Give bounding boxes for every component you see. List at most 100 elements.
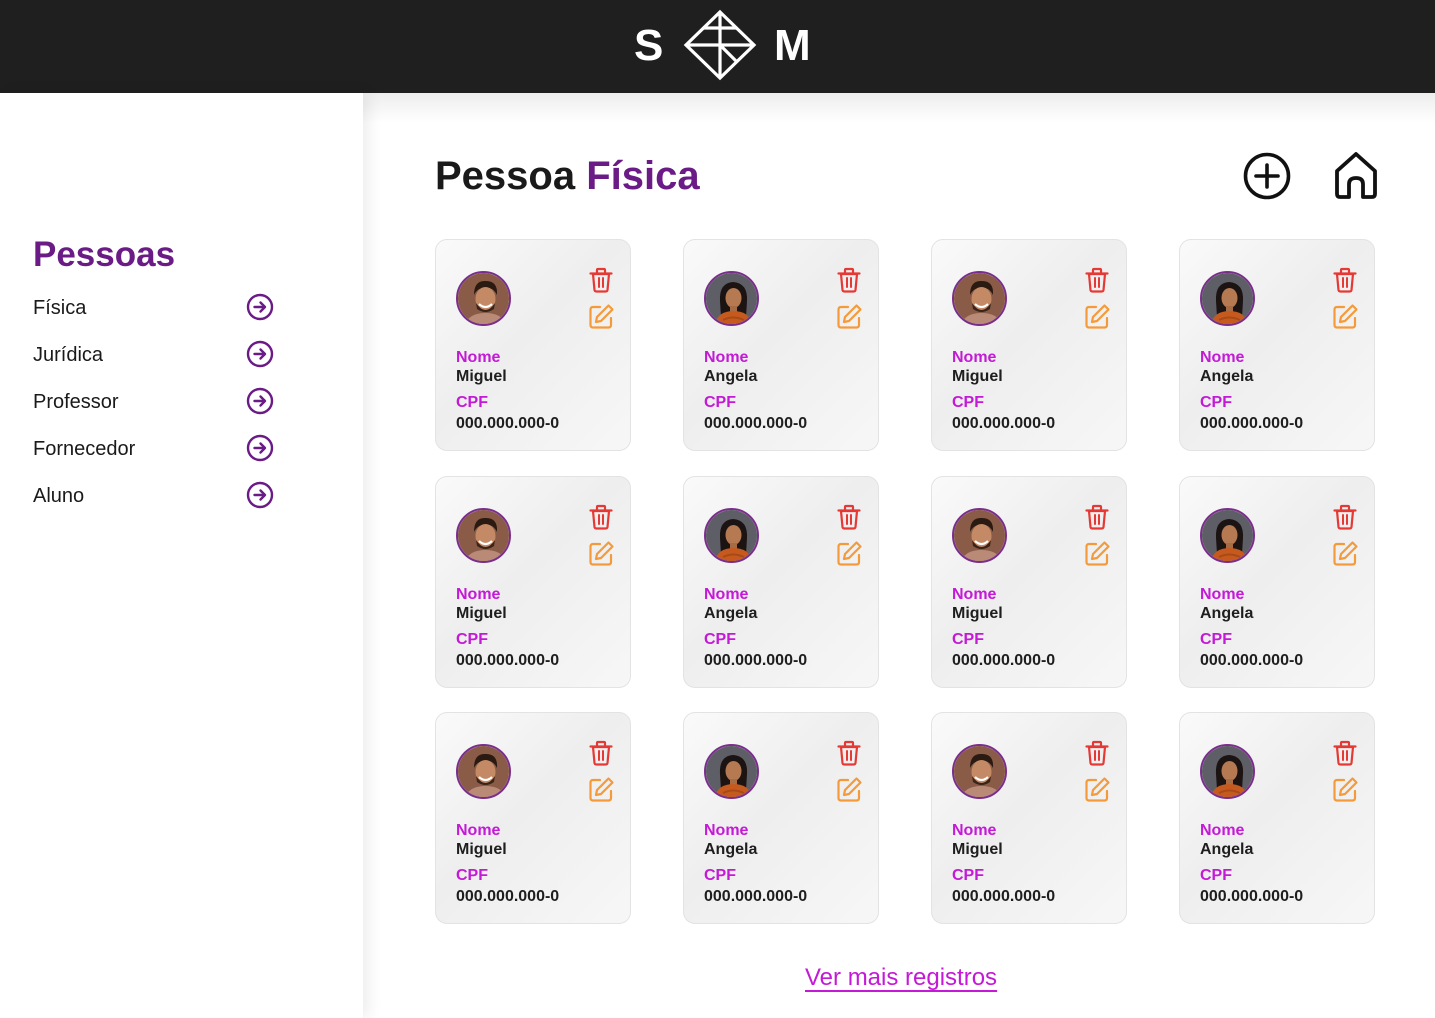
person-card[interactable]: Nome Angela CPF 000.000.000-0 [1179,239,1375,451]
logo[interactable]: S M [632,9,822,81]
avatar [952,744,1007,799]
name-label: Nome [952,349,997,366]
person-card[interactable]: Nome Angela CPF 000.000.000-0 [683,712,879,924]
cpf-label: CPF [952,867,984,884]
avatar [952,271,1007,326]
cpf-value: 000.000.000-0 [1200,651,1304,669]
avatar [704,507,759,563]
home-button[interactable] [1330,148,1382,202]
person-card[interactable]: Nome Angela CPF 000.000.000-0 [1179,712,1375,924]
name-value: Miguel [952,841,1003,858]
trash-icon [836,504,862,534]
edit-button[interactable] [588,303,615,330]
name-label: Nome [704,822,749,839]
sidebar-item-4[interactable]: Aluno [33,481,275,511]
trash-icon [1332,504,1358,534]
home-icon [1335,152,1377,199]
name-label: Nome [456,585,501,603]
person-card[interactable]: Nome Miguel CPF 000.000.000-0 [931,475,1127,688]
edit-icon [1084,777,1111,807]
edit-icon [1084,540,1111,571]
edit-icon [588,304,615,334]
cpf-label: CPF [1200,867,1232,884]
name-value: Angela [704,604,758,622]
cpf-value: 000.000.000-0 [704,651,808,669]
edit-icon [836,304,863,334]
edit-button[interactable] [1332,540,1359,567]
delete-button[interactable] [588,504,614,530]
sidebar-item-label: Professor [33,391,119,413]
name-label: Nome [456,349,501,366]
avatar [1200,507,1255,563]
top-bar: S M [0,0,1435,93]
cpf-value: 000.000.000-0 [1200,415,1304,432]
edit-button[interactable] [836,303,863,330]
name-label: Nome [1200,822,1245,839]
edit-button[interactable] [1084,776,1111,803]
edit-button[interactable] [836,540,863,567]
name-value: Angela [1200,604,1254,622]
delete-button[interactable] [836,740,862,766]
person-card[interactable]: Nome Miguel CPF 000.000.000-0 [435,712,631,924]
arrow-right-circle-icon [246,293,274,321]
delete-button[interactable] [1084,740,1110,766]
edit-button[interactable] [1332,303,1359,330]
cpf-label: CPF [456,394,488,411]
person-card[interactable]: Nome Miguel CPF 000.000.000-0 [435,475,631,688]
edit-button[interactable] [836,776,863,803]
cpf-label: CPF [952,630,984,648]
person-card[interactable]: Nome Miguel CPF 000.000.000-0 [931,712,1127,924]
sidebar-item-3[interactable]: Fornecedor [33,434,275,464]
delete-button[interactable] [836,267,862,293]
cpf-label: CPF [456,867,488,884]
arrow-right-circle-icon [246,387,274,415]
edit-button[interactable] [1084,303,1111,330]
trash-icon [836,740,862,770]
person-card[interactable]: Nome Miguel CPF 000.000.000-0 [435,239,631,451]
edit-button[interactable] [588,540,615,567]
sidebar: Pessoas Física Jurídica Professor Fornecedo… [0,93,363,1018]
cpf-value: 000.000.000-0 [1200,888,1304,905]
sidebar-item-2[interactable]: Professor [33,387,275,417]
more-records-link[interactable]: Ver mais registros [805,964,997,992]
trash-icon [588,504,614,534]
person-card[interactable]: Nome Angela CPF 000.000.000-0 [1179,475,1375,688]
cpf-label: CPF [952,394,984,411]
name-value: Miguel [456,604,507,622]
name-value: Angela [1200,841,1254,858]
name-value: Miguel [952,368,1003,385]
sidebar-item-0[interactable]: Física [33,293,275,323]
trash-icon [1332,740,1358,770]
delete-button[interactable] [588,740,614,766]
name-value: Angela [1200,368,1254,385]
cpf-value: 000.000.000-0 [952,415,1056,432]
cpf-value: 000.000.000-0 [456,651,560,669]
delete-button[interactable] [1084,267,1110,293]
person-card[interactable]: Nome Angela CPF 000.000.000-0 [683,239,879,451]
trash-icon [1332,267,1358,297]
edit-button[interactable] [1084,540,1111,567]
trash-icon [1084,504,1110,534]
delete-button[interactable] [588,267,614,293]
edit-button[interactable] [1332,776,1359,803]
delete-button[interactable] [836,504,862,530]
cpf-label: CPF [704,394,736,411]
avatar [704,271,759,326]
delete-button[interactable] [1332,504,1358,530]
name-value: Miguel [456,368,507,385]
delete-button[interactable] [1084,504,1110,530]
sidebar-item-label: Fornecedor [33,438,136,460]
diamond-logo-icon [683,9,757,81]
trash-icon [1084,740,1110,770]
trash-icon [1084,267,1110,297]
avatar [456,744,511,799]
cpf-label: CPF [704,630,736,648]
delete-button[interactable] [1332,267,1358,293]
sidebar-item-1[interactable]: Jurídica [33,340,275,370]
add-person-button[interactable] [1241,150,1293,202]
avatar [1200,271,1255,326]
person-card[interactable]: Nome Angela CPF 000.000.000-0 [683,475,879,688]
person-card[interactable]: Nome Miguel CPF 000.000.000-0 [931,239,1127,451]
delete-button[interactable] [1332,740,1358,766]
edit-button[interactable] [588,776,615,803]
